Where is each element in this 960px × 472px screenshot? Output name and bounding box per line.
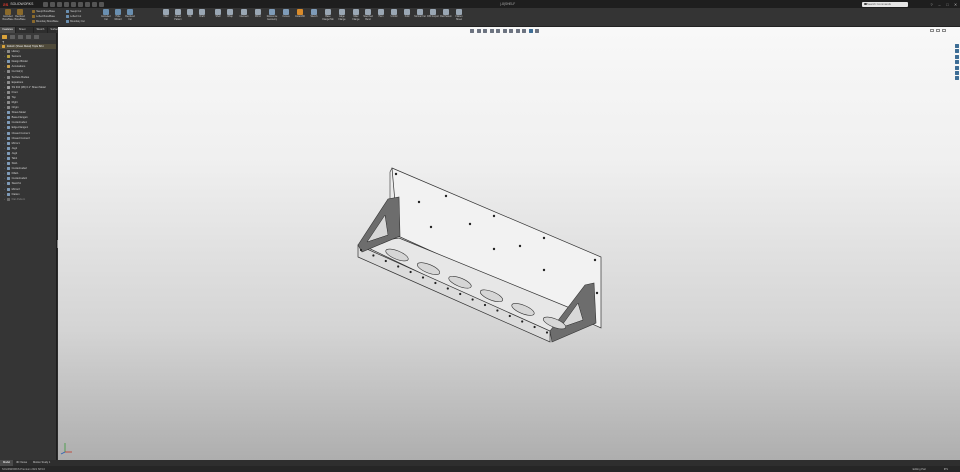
edge-hole	[521, 320, 524, 323]
edge-hole	[459, 292, 462, 296]
back-hole	[595, 291, 599, 295]
edge-hole	[372, 254, 375, 257]
edge-hole	[384, 259, 387, 263]
back-hole	[444, 194, 448, 198]
back-hole	[468, 222, 472, 226]
back-hole	[518, 244, 522, 248]
back-hole	[429, 225, 433, 229]
back-hole	[492, 214, 496, 218]
edge-hole	[496, 309, 499, 312]
edge-hole	[359, 248, 363, 252]
back-hole	[542, 236, 546, 240]
edge-hole	[545, 331, 549, 334]
edge-hole	[421, 276, 425, 279]
reference-triad-icon	[60, 443, 72, 455]
edge-hole	[471, 298, 474, 301]
edge-hole	[446, 287, 449, 290]
back-hole	[417, 200, 421, 204]
status-version: SOLIDWORKS Premium 2021 SP4.0	[2, 467, 45, 471]
back-hole	[394, 172, 398, 176]
status-bar: SOLIDWORKS Premium 2021 SP4.0 Editing Pa…	[0, 466, 960, 472]
back-hole	[492, 247, 496, 251]
shelf-model[interactable]	[0, 0, 960, 472]
status-mode: Editing Part	[912, 467, 926, 471]
edge-hole	[409, 270, 412, 274]
edge-hole	[508, 314, 511, 318]
edge-hole	[434, 281, 437, 285]
back-hole	[542, 268, 546, 272]
units-selector[interactable]: IPS	[944, 468, 948, 471]
back-hole	[593, 258, 597, 262]
edge-hole	[483, 303, 487, 307]
edge-hole	[533, 325, 536, 329]
edge-hole	[397, 265, 400, 268]
